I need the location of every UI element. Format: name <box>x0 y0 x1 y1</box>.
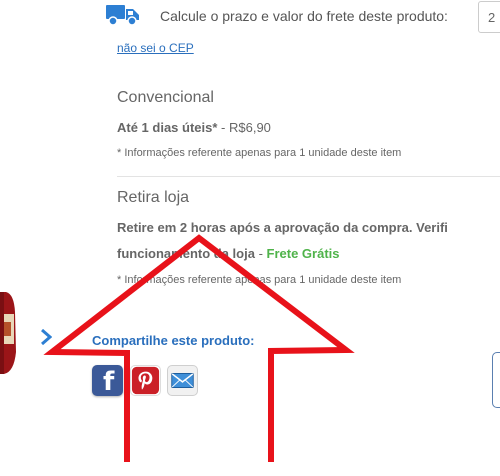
store-hours-text: funcionamento da loja <box>117 246 255 261</box>
pinterest-share-button[interactable] <box>130 365 161 396</box>
shipping-calc-label: Calcule o prazo e valor do frete deste p… <box>160 8 448 24</box>
pickup-info-line2: funcionamento da loja - Frete Grátis <box>117 246 340 261</box>
product-thumbnail[interactable] <box>0 292 16 374</box>
facebook-icon: f <box>103 367 115 397</box>
delivery-time: Até 1 dias úteis* <box>117 120 218 135</box>
shipping-option-note: * Informações referente apenas para 1 un… <box>117 147 402 159</box>
shipping-option-note: * Informações referente apenas para 1 un… <box>117 274 402 286</box>
annotation-up-arrow <box>43 234 355 462</box>
email-share-button[interactable] <box>167 365 198 396</box>
separator: - <box>254 246 267 261</box>
shipping-option-convencional-line: Até 1 dias úteis* - R$6,90 <box>117 120 271 135</box>
shipping-option-title-convencional: Convencional <box>117 89 214 106</box>
free-shipping-label: Frete Grátis <box>266 246 340 261</box>
shipping-price: - R$6,90 <box>217 120 271 135</box>
facebook-share-button[interactable]: f <box>92 365 123 397</box>
share-label: Compartilhe este produto: <box>92 333 255 348</box>
dont-know-cep-link[interactable]: não sei o CEP <box>117 41 194 55</box>
cep-input[interactable]: 2 <box>478 1 500 33</box>
chevron-right-icon[interactable] <box>40 329 52 345</box>
side-button[interactable] <box>492 352 500 408</box>
divider <box>117 176 500 177</box>
email-icon <box>171 373 194 388</box>
truck-icon <box>106 5 139 26</box>
pickup-info-line1: Retire em 2 horas após a aprovação da co… <box>117 220 448 235</box>
shipping-option-title-retira-loja: Retira loja <box>117 189 190 206</box>
